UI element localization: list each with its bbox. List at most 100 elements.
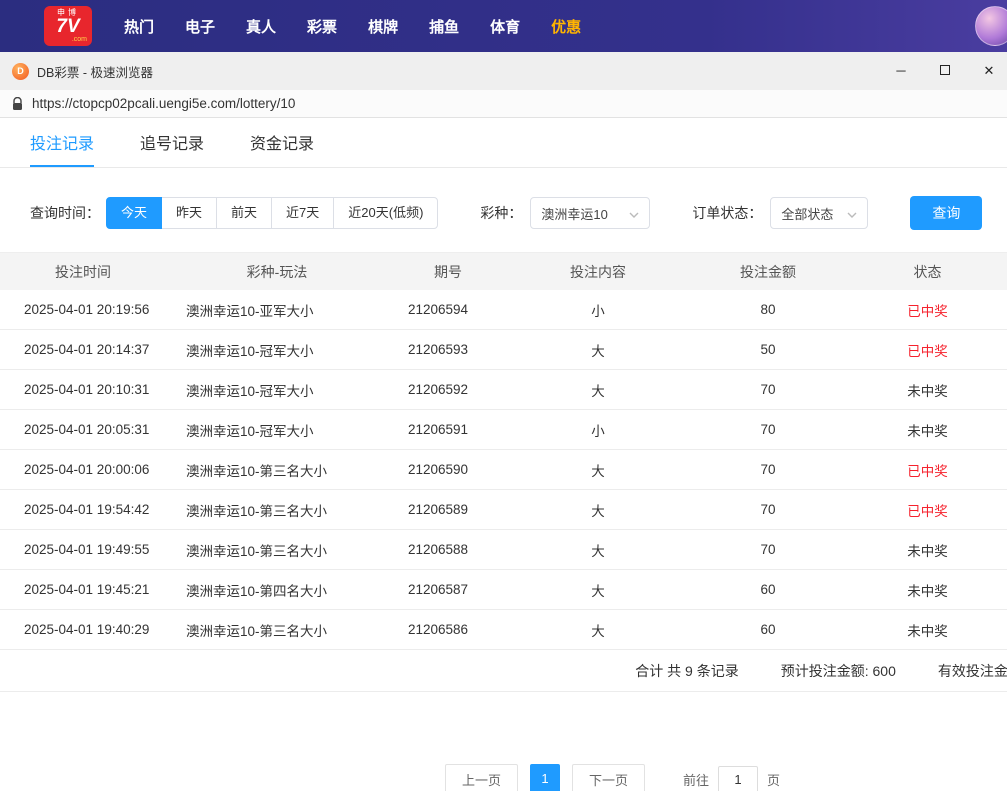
status-cell: 已中奖: [848, 300, 1007, 320]
order-status-value: 全部状态: [781, 204, 833, 223]
period: 21206587: [388, 582, 508, 597]
time-7days-button[interactable]: 近7天: [271, 197, 334, 229]
address-bar[interactable]: https://ctopcp02pcali.uengi5e.com/lotter…: [0, 90, 1007, 118]
period: 21206591: [388, 422, 508, 437]
game-play: 澳洲幸运10-亚军大小: [166, 300, 388, 320]
bet-content: 大: [508, 500, 688, 520]
table-row: 2025-04-01 20:14:37 澳洲幸运10-冠军大小 21206593…: [0, 330, 1007, 370]
summary-expected-amount: 预计投注金额: 600: [781, 661, 896, 681]
status-text: 已中奖: [907, 344, 948, 359]
summary-bar: 合计 共 9 条记录 预计投注金额: 600 有效投注金额: 600: [0, 650, 1007, 692]
chevron-down-icon: [847, 206, 857, 221]
table-row: 2025-04-01 19:54:42 澳洲幸运10-第三名大小 2120658…: [0, 490, 1007, 530]
game-play: 澳洲幸运10-冠军大小: [166, 420, 388, 440]
time-yesterday-button[interactable]: 昨天: [161, 197, 217, 229]
record-tabs: 投注记录 追号记录 资金记录: [0, 118, 1007, 168]
bet-time: 2025-04-01 19:49:55: [0, 542, 166, 557]
game-play: 澳洲幸运10-第三名大小: [166, 540, 388, 560]
time-day-before-button[interactable]: 前天: [216, 197, 272, 229]
tab-fund-records[interactable]: 资金记录: [250, 118, 314, 167]
status-cell: 已中奖: [848, 500, 1007, 520]
query-time-label: 查询时间：: [30, 203, 100, 223]
logo-main-text: 7V: [56, 17, 79, 36]
period: 21206589: [388, 502, 508, 517]
bet-content: 大: [508, 380, 688, 400]
maximize-icon: [940, 65, 950, 75]
browser-favicon-icon: D: [12, 63, 29, 80]
tab-bet-records[interactable]: 投注记录: [30, 118, 94, 167]
goto-page-input[interactable]: [718, 766, 758, 791]
lottery-records-page: 投注记录 追号记录 资金记录 查询时间： 今天 昨天 前天 近7天 近20天(低…: [0, 118, 1007, 692]
nav-item-live[interactable]: 真人: [246, 16, 276, 37]
status-text: 未中奖: [907, 584, 948, 599]
table-row: 2025-04-01 20:19:56 澳洲幸运10-亚军大小 21206594…: [0, 290, 1007, 330]
table-row: 2025-04-01 20:10:31 澳洲幸运10-冠军大小 21206592…: [0, 370, 1007, 410]
bet-amount: 60: [688, 582, 848, 597]
goto-page-group: 前往 页: [683, 766, 780, 791]
nav-item-hot[interactable]: 热门: [124, 16, 154, 37]
game-play: 澳洲幸运10-第四名大小: [166, 580, 388, 600]
nav-item-fishing[interactable]: 捕鱼: [429, 16, 459, 37]
period: 21206590: [388, 462, 508, 477]
status-text: 未中奖: [907, 624, 948, 639]
maximize-button[interactable]: [937, 63, 953, 79]
status-text: 未中奖: [907, 384, 948, 399]
game-play: 澳洲幸运10-第三名大小: [166, 460, 388, 480]
screen: 申博 7V .com 热门 电子 真人 彩票 棋牌 捕鱼 体育 优惠 D DB彩…: [0, 0, 1007, 791]
chevron-down-icon: [629, 206, 639, 221]
status-cell: 未中奖: [848, 580, 1007, 600]
close-button[interactable]: ✕: [981, 63, 997, 79]
status-cell: 未中奖: [848, 420, 1007, 440]
time-today-button[interactable]: 今天: [106, 197, 162, 229]
lock-icon: [12, 97, 23, 111]
search-button[interactable]: 查询: [910, 196, 982, 230]
status-cell: 未中奖: [848, 380, 1007, 400]
bet-amount: 60: [688, 622, 848, 637]
nav-item-lottery[interactable]: 彩票: [307, 16, 337, 37]
current-page-button[interactable]: 1: [530, 764, 560, 791]
tab-chase-records[interactable]: 追号记录: [140, 118, 204, 167]
table-row: 2025-04-01 20:00:06 澳洲幸运10-第三名大小 2120659…: [0, 450, 1007, 490]
game-play: 澳洲幸运10-冠军大小: [166, 380, 388, 400]
order-status-select[interactable]: 全部状态: [770, 197, 868, 229]
filter-bar: 查询时间： 今天 昨天 前天 近7天 近20天(低频) 彩种： 澳洲幸运10 订…: [30, 196, 1007, 230]
prev-page-button[interactable]: 上一页: [445, 764, 518, 791]
status-text: 已中奖: [907, 464, 948, 479]
minimize-button[interactable]: ─: [893, 63, 909, 79]
status-text: 已中奖: [907, 504, 948, 519]
summary-record-count: 合计 共 9 条记录: [635, 661, 738, 681]
bet-content: 小: [508, 300, 688, 320]
nav-item-promo[interactable]: 优惠: [551, 16, 581, 37]
bet-amount: 50: [688, 342, 848, 357]
lottery-type-select[interactable]: 澳洲幸运10: [530, 197, 650, 229]
table-row: 2025-04-01 19:49:55 澳洲幸运10-第三名大小 2120658…: [0, 530, 1007, 570]
lottery-type-value: 澳洲幸运10: [541, 204, 607, 223]
bet-content: 小: [508, 420, 688, 440]
time-range-group: 今天 昨天 前天 近7天 近20天(低频): [106, 197, 438, 229]
bet-content: 大: [508, 460, 688, 480]
period: 21206586: [388, 622, 508, 637]
bet-time: 2025-04-01 20:05:31: [0, 422, 166, 437]
period: 21206593: [388, 342, 508, 357]
goto-page-suffix: 页: [767, 770, 780, 789]
bet-records-table: 投注时间 彩种-玩法 期号 投注内容 投注金额 状态 2025-04-01 20…: [0, 252, 1007, 650]
nav-item-chess[interactable]: 棋牌: [368, 16, 398, 37]
table-row: 2025-04-01 20:05:31 澳洲幸运10-冠军大小 21206591…: [0, 410, 1007, 450]
status-cell: 未中奖: [848, 620, 1007, 640]
user-avatar[interactable]: [975, 6, 1007, 46]
next-page-button[interactable]: 下一页: [572, 764, 645, 791]
bet-amount: 70: [688, 502, 848, 517]
time-20days-button[interactable]: 近20天(低频): [333, 197, 438, 229]
site-topnav: 申博 7V .com 热门 电子 真人 彩票 棋牌 捕鱼 体育 优惠: [0, 0, 1007, 52]
site-logo[interactable]: 申博 7V .com: [44, 6, 92, 46]
bet-time: 2025-04-01 20:10:31: [0, 382, 166, 397]
game-play: 澳洲幸运10-冠军大小: [166, 340, 388, 360]
browser-window-title: DB彩票 - 极速浏览器: [37, 62, 153, 81]
status-text: 未中奖: [907, 544, 948, 559]
nav-item-electronic[interactable]: 电子: [185, 16, 215, 37]
period: 21206594: [388, 302, 508, 317]
nav-item-sports[interactable]: 体育: [490, 16, 520, 37]
status-cell: 已中奖: [848, 340, 1007, 360]
bet-time: 2025-04-01 19:40:29: [0, 622, 166, 637]
game-play: 澳洲幸运10-第三名大小: [166, 500, 388, 520]
